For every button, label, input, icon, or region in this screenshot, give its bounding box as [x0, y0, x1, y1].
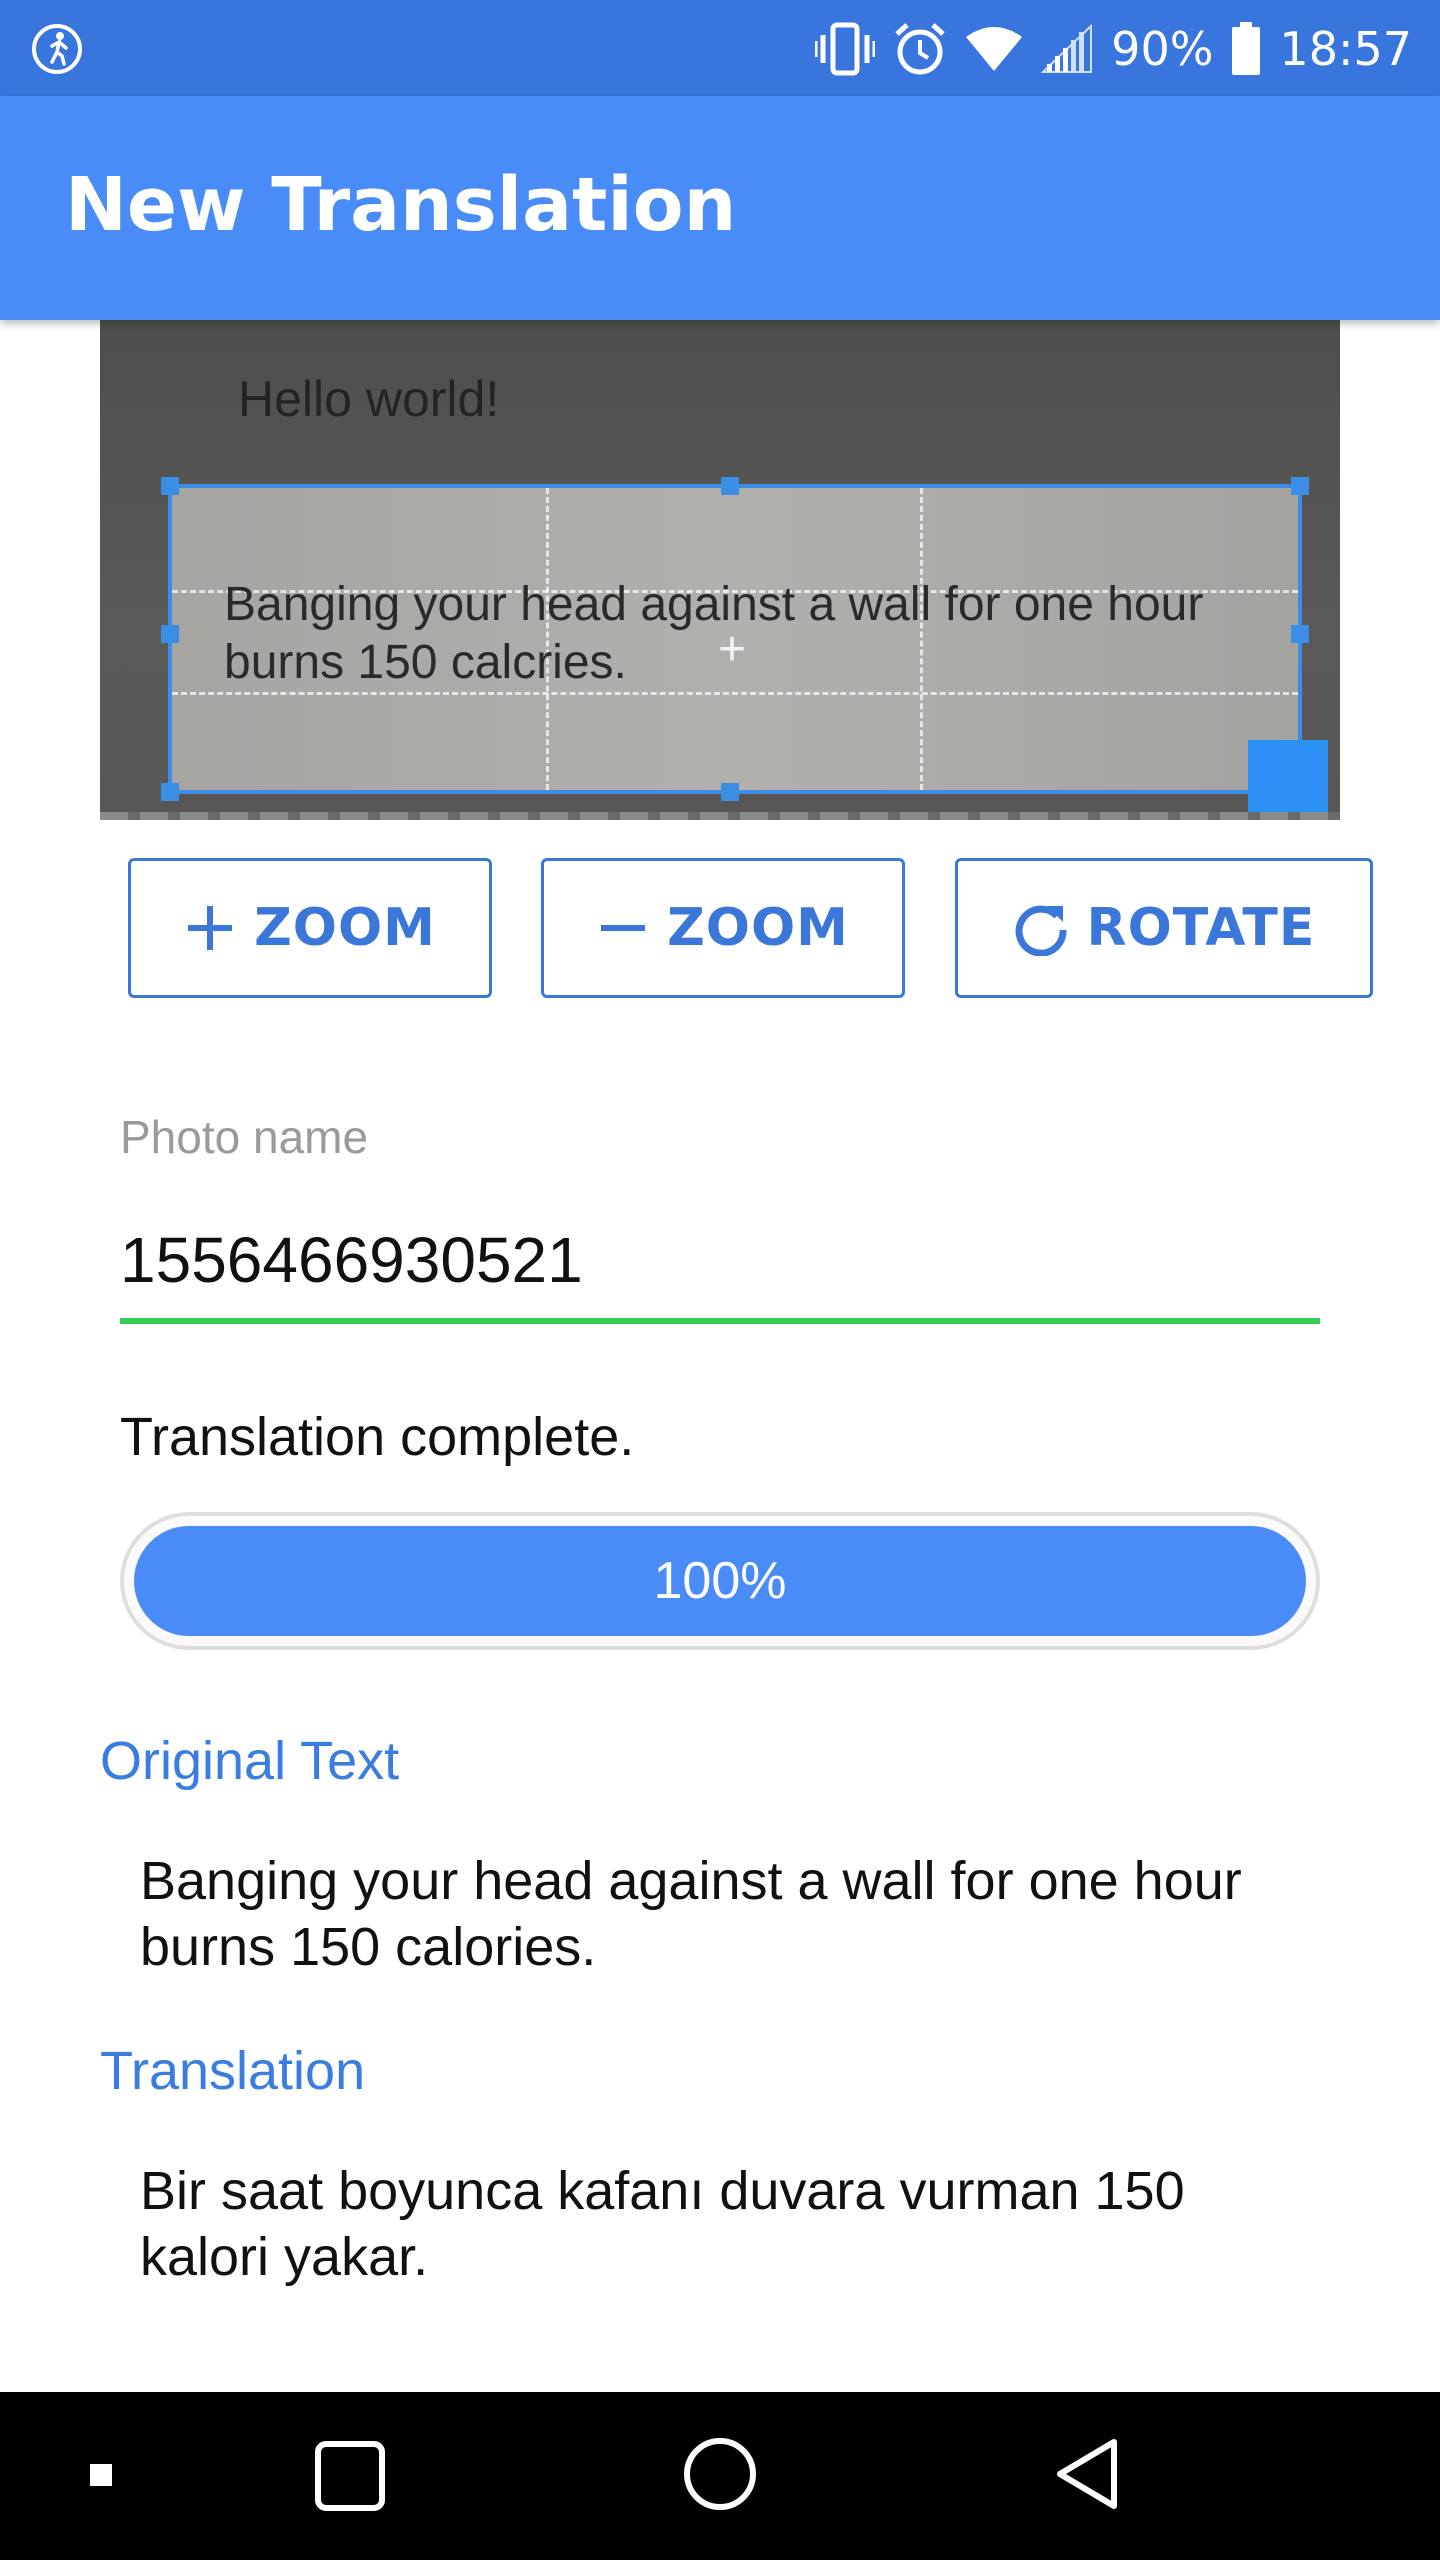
zoom-in-label: ZOOM	[254, 898, 436, 958]
status-bar: 90% 18:57	[0, 0, 1440, 96]
photo-edge	[100, 812, 1340, 820]
alarm-icon	[895, 23, 945, 75]
zoom-in-button[interactable]: ZOOM	[128, 858, 492, 998]
square-icon[interactable]	[314, 2440, 386, 2512]
signal-icon	[1041, 24, 1093, 73]
crop-selection[interactable]: Banging your head against a wall for one…	[161, 477, 1328, 820]
rotate-label: ROTATE	[1086, 898, 1316, 958]
app-bar: New Translation	[0, 96, 1440, 320]
translation-line: kalori yakar.	[140, 2227, 429, 2287]
translation-body: Bir saat boyunca kafanı duvara vurman 15…	[140, 2158, 1320, 2290]
navigation-bar	[0, 2392, 1440, 2560]
original-text-line: Banging your head against a wall for one…	[140, 1851, 1242, 1911]
battery-percent: 90%	[1111, 22, 1214, 76]
vibrate-icon	[815, 22, 876, 76]
original-text-line: burns 150 calories.	[140, 1917, 597, 1977]
zoom-out-label: ZOOM	[667, 898, 849, 958]
translation-status: Translation complete.	[120, 1407, 635, 1467]
plus-icon	[188, 906, 233, 950]
translation-line: Bir saat boyunca kafanı duvara vurman 15…	[140, 2161, 1185, 2221]
wifi-icon	[966, 27, 1023, 71]
clock: 18:57	[1279, 22, 1412, 76]
crop-handle-top[interactable]	[721, 477, 739, 495]
crop-text-line: Banging your head against a wall for one…	[224, 578, 1204, 631]
translation-title: Translation	[100, 2041, 366, 2101]
crop-handle-right[interactable]	[1291, 625, 1309, 643]
recents-dot-icon[interactable]	[88, 2462, 114, 2488]
minus-icon	[601, 925, 646, 931]
rotate-icon	[1015, 905, 1067, 956]
page-title: New Translation	[65, 162, 737, 248]
crop-handle-top-left[interactable]	[161, 477, 179, 495]
crop-handle-left[interactable]	[161, 625, 179, 643]
original-text-title: Original Text	[100, 1731, 400, 1791]
crop-handle-top-right[interactable]	[1291, 477, 1309, 495]
photo-name-underline	[120, 1318, 1320, 1324]
home-circle-icon[interactable]	[682, 2436, 758, 2512]
photo-heading-text: Hello world!	[238, 371, 500, 427]
original-text-body: Banging your head against a wall for one…	[140, 1848, 1320, 1980]
zoom-out-button[interactable]: ZOOM	[541, 858, 905, 998]
photo-name-label: Photo name	[120, 1111, 369, 1163]
crop-handle-bottom[interactable]	[721, 783, 739, 801]
crop-text-line: burns 150 calcries.	[224, 636, 627, 689]
crop-text: Banging your head against a wall for one…	[224, 576, 1203, 692]
photo-name-input[interactable]	[120, 1210, 1320, 1310]
progress-label: 100%	[653, 1552, 787, 1610]
battery-icon	[1232, 22, 1261, 75]
crop-center-plus-icon: +	[718, 623, 747, 676]
crop-grid-line	[172, 692, 1298, 695]
crop-resize-handle[interactable]	[1248, 740, 1328, 820]
crop-handle-bottom-left[interactable]	[161, 783, 179, 801]
rotate-button[interactable]: ROTATE	[955, 858, 1373, 998]
photo-preview[interactable]: Hello world! Banging your head against a…	[100, 320, 1340, 820]
back-triangle-icon[interactable]	[1052, 2436, 1122, 2512]
running-app-icon	[32, 24, 82, 74]
progress-bar: 100%	[120, 1512, 1320, 1650]
